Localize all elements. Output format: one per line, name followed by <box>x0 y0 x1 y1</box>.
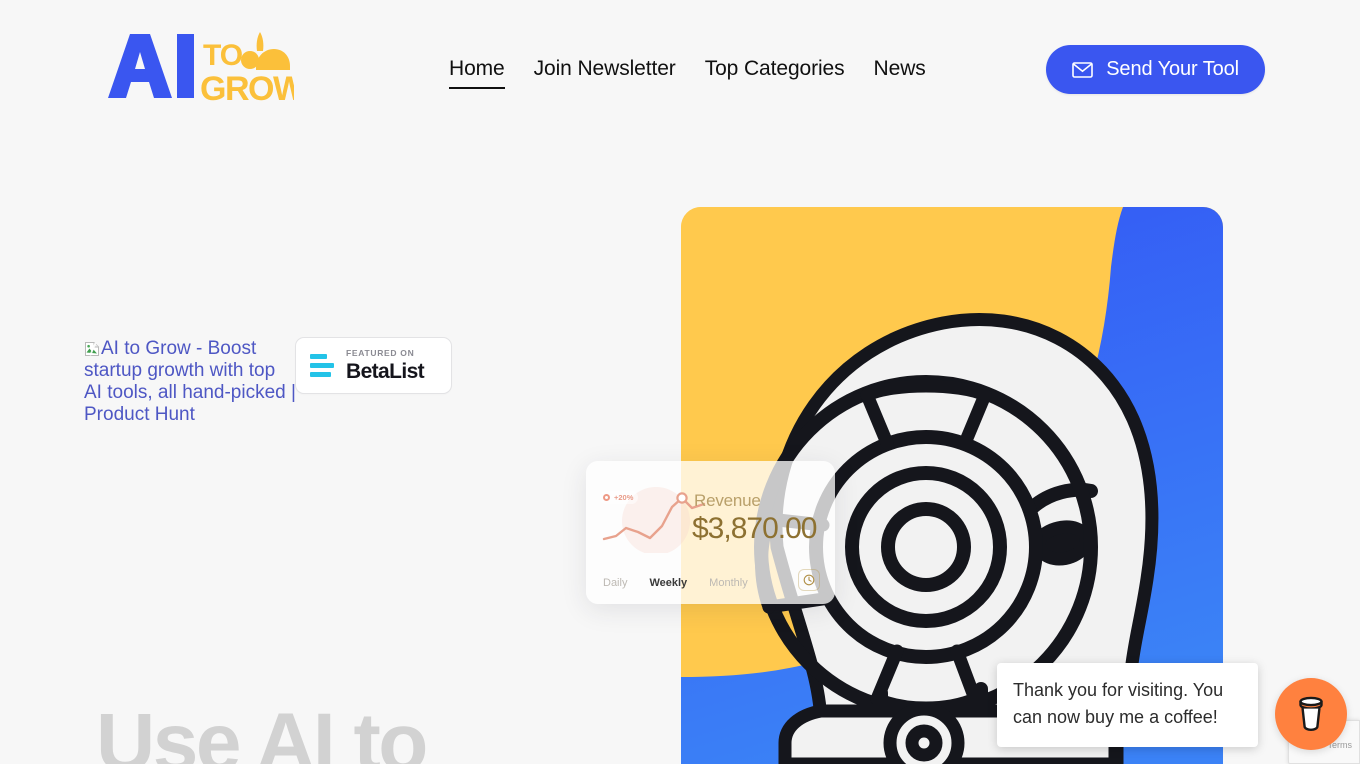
revenue-card-title: Revenue <box>694 491 761 510</box>
nav-item-home[interactable]: Home <box>449 57 505 89</box>
site-header: TO GROW Home Join Newsletter Top Categor… <box>0 0 1360 138</box>
revenue-delta-badge: +20% <box>600 491 639 504</box>
betalist-logo-icon <box>310 354 334 377</box>
revenue-tab-weekly[interactable]: Weekly <box>649 577 687 589</box>
product-hunt-alt-text: AI to Grow - Boost startup growth with t… <box>84 338 296 425</box>
betalist-name: BetaList <box>346 359 425 383</box>
svg-text:GROW: GROW <box>200 70 294 104</box>
revenue-tab-daily[interactable]: Daily <box>603 577 627 589</box>
nav-item-top-categories[interactable]: Top Categories <box>705 57 845 87</box>
send-your-tool-label: Send Your Tool <box>1106 58 1239 80</box>
betalist-badge[interactable]: FEATURED ON BetaList <box>295 337 452 394</box>
clock-icon[interactable] <box>798 569 820 591</box>
revenue-tab-monthly[interactable]: Monthly <box>709 577 748 589</box>
buy-me-a-coffee-message[interactable]: Thank you for visiting. You can now buy … <box>997 663 1258 747</box>
betalist-badge-text: FEATURED ON BetaList <box>346 348 425 383</box>
site-logo[interactable]: TO GROW <box>104 24 294 104</box>
revenue-card: +20% Revenue $3,870.00 Daily Weekly Mont… <box>586 461 835 604</box>
nav-item-join-newsletter[interactable]: Join Newsletter <box>534 57 676 87</box>
betalist-featured-label: FEATURED ON <box>346 348 415 359</box>
product-hunt-badge-broken-image[interactable]: AI to Grow - Boost startup growth with t… <box>84 338 296 426</box>
hero-heading: Use AI to <box>96 697 428 764</box>
revenue-period-tabs: Daily Weekly Monthly <box>586 561 835 604</box>
envelope-icon <box>1072 61 1093 78</box>
svg-text:TO: TO <box>203 39 243 72</box>
page-root: TO GROW Home Join Newsletter Top Categor… <box>0 0 1360 764</box>
send-your-tool-button[interactable]: Send Your Tool <box>1046 45 1265 94</box>
coffee-cup-icon <box>1294 694 1328 735</box>
nav-item-news[interactable]: News <box>874 57 926 87</box>
delta-dot-icon <box>603 494 610 501</box>
revenue-amount: $3,870.00 <box>692 512 817 545</box>
main-navigation: Home Join Newsletter Top Categories News <box>449 57 926 89</box>
broken-image-icon <box>84 341 100 357</box>
buy-me-a-coffee-button[interactable] <box>1275 678 1347 750</box>
revenue-delta-value: +20% <box>614 493 634 502</box>
